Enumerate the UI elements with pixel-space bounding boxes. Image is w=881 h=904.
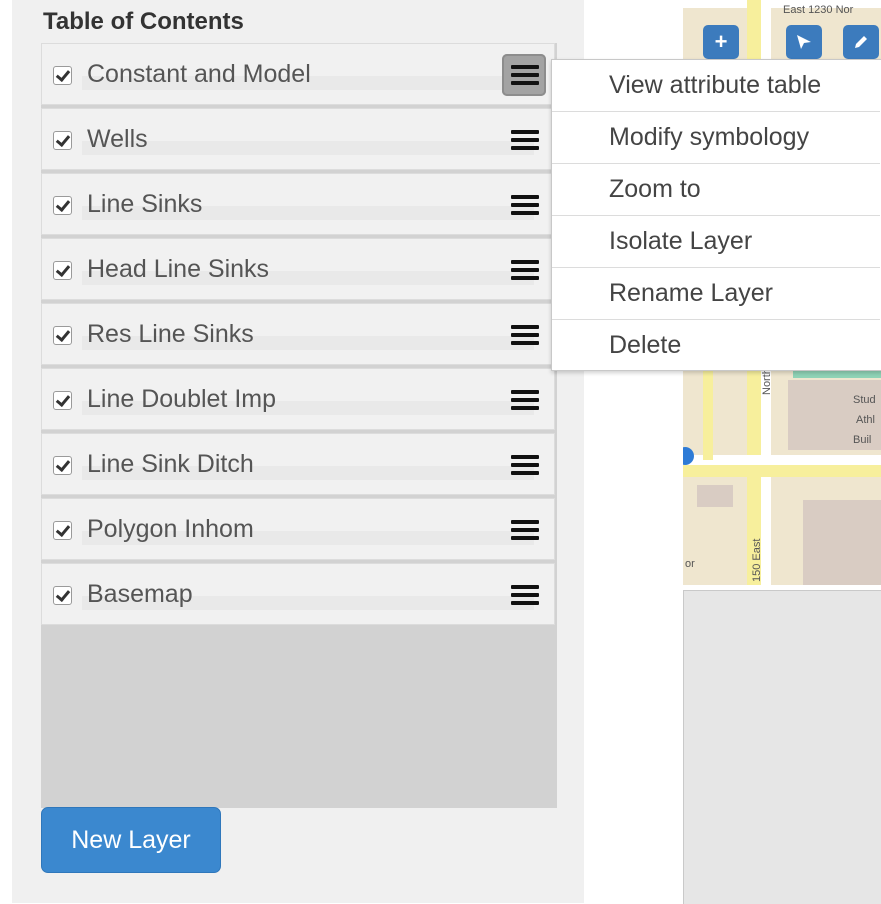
layer-visibility-checkbox[interactable] xyxy=(53,196,72,215)
layer-visibility-checkbox[interactable] xyxy=(53,131,72,150)
layer-context-menu: View attribute table Modify symbology Zo… xyxy=(551,59,881,371)
layer-label: Line Sink Ditch xyxy=(87,450,254,478)
table-of-contents-panel: Table of Contents Constant and Model Wel… xyxy=(12,0,584,903)
layer-row-head-line-sinks[interactable]: Head Line Sinks xyxy=(41,238,555,300)
layer-visibility-checkbox[interactable] xyxy=(53,66,72,85)
layer-label: Line Sinks xyxy=(87,190,203,218)
layer-label: Constant and Model xyxy=(87,60,311,88)
map-building-label: Stud xyxy=(853,394,876,406)
hamburger-menu-icon[interactable] xyxy=(502,574,546,616)
layer-row-res-line-sinks[interactable]: Res Line Sinks xyxy=(41,303,555,365)
hamburger-menu-icon[interactable] xyxy=(502,119,546,161)
map-building-label: Buil xyxy=(853,434,872,446)
menu-item-zoom-to[interactable]: Zoom to xyxy=(552,163,880,214)
layer-visibility-checkbox[interactable] xyxy=(53,261,72,280)
hamburger-menu-icon[interactable] xyxy=(502,184,546,226)
layer-visibility-checkbox[interactable] xyxy=(53,586,72,605)
layer-label: Head Line Sinks xyxy=(87,255,270,283)
layer-list: Constant and Model Wells Line Sinks Head… xyxy=(41,43,557,808)
layer-row-line-sinks[interactable]: Line Sinks xyxy=(41,173,555,235)
hamburger-menu-icon[interactable] xyxy=(502,509,546,551)
map-street-label: East 1230 Nor xyxy=(783,4,854,16)
layer-row-constant-and-model[interactable]: Constant and Model xyxy=(41,43,555,105)
layer-label: Basemap xyxy=(87,580,193,608)
hamburger-menu-icon[interactable] xyxy=(502,379,546,421)
layer-row-line-doublet-imp[interactable]: Line Doublet Imp xyxy=(41,368,555,430)
zoom-in-icon[interactable]: + xyxy=(703,25,739,59)
layer-row-polygon-inhom[interactable]: Polygon Inhom xyxy=(41,498,555,560)
map-building xyxy=(697,485,733,507)
layer-row-line-sink-ditch[interactable]: Line Sink Ditch xyxy=(41,433,555,495)
map-road xyxy=(703,370,713,460)
layer-row-wells[interactable]: Wells xyxy=(41,108,555,170)
layer-visibility-checkbox[interactable] xyxy=(53,326,72,345)
layer-label: Line Doublet Imp xyxy=(87,385,277,413)
menu-item-view-attribute-table[interactable]: View attribute table xyxy=(552,60,880,111)
map-empty-area xyxy=(683,590,881,904)
layer-label: Wells xyxy=(87,125,148,153)
hamburger-menu-icon[interactable] xyxy=(502,314,546,356)
hamburger-menu-icon[interactable] xyxy=(502,249,546,291)
map-road xyxy=(683,465,881,477)
layer-label: Polygon Inhom xyxy=(87,515,254,543)
map-building-label: Athl xyxy=(856,414,875,426)
hamburger-menu-icon[interactable] xyxy=(502,444,546,486)
toc-title: Table of Contents xyxy=(43,8,244,35)
edit-pencil-icon[interactable] xyxy=(843,25,879,59)
menu-item-rename-layer[interactable]: Rename Layer xyxy=(552,267,880,318)
menu-item-isolate-layer[interactable]: Isolate Layer xyxy=(552,215,880,266)
map-building xyxy=(803,500,881,585)
select-arrow-icon[interactable] xyxy=(786,25,822,59)
layer-visibility-checkbox[interactable] xyxy=(53,521,72,540)
layer-visibility-checkbox[interactable] xyxy=(53,456,72,475)
layer-row-basemap[interactable]: Basemap xyxy=(41,563,555,625)
new-layer-button[interactable]: New Layer xyxy=(41,807,221,873)
map-label: or xyxy=(685,558,695,570)
menu-item-modify-symbology[interactable]: Modify symbology xyxy=(552,111,880,162)
layer-visibility-checkbox[interactable] xyxy=(53,391,72,410)
hamburger-menu-icon[interactable] xyxy=(502,54,546,96)
menu-item-delete[interactable]: Delete xyxy=(552,319,880,370)
map-street-label: 150 East xyxy=(751,538,763,582)
layer-label: Res Line Sinks xyxy=(87,320,254,348)
